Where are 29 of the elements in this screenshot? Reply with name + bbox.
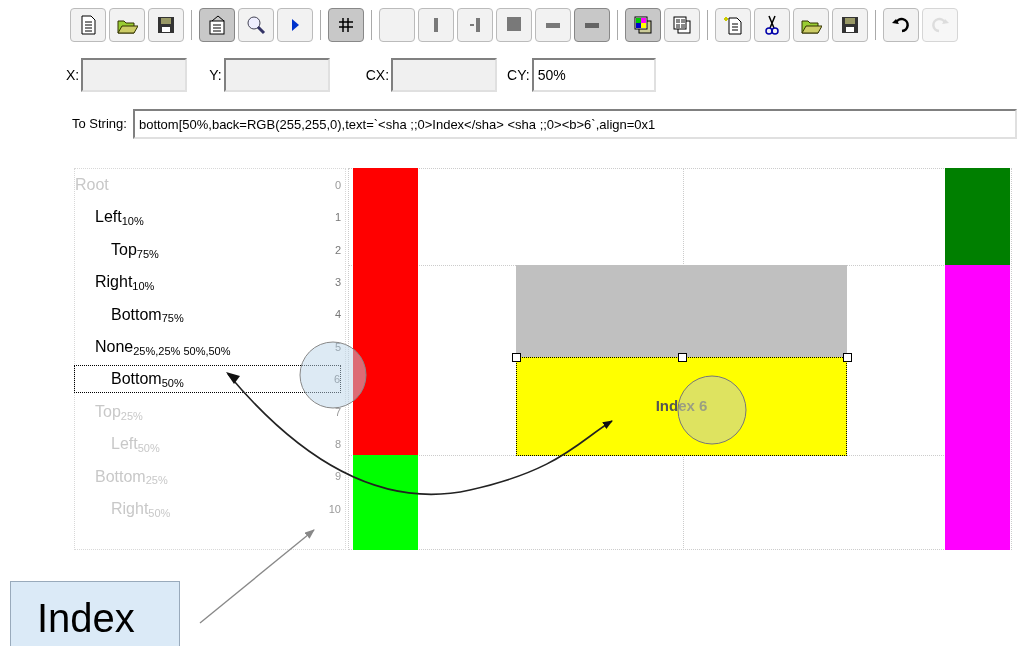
resize-handle[interactable] [512,353,521,362]
click-highlight [299,341,367,409]
index-callout: Index [10,581,180,646]
panes-icon [671,14,693,36]
to-string-label: To String: [72,115,127,134]
new-document-icon [722,14,744,36]
resize-handle[interactable] [843,353,852,362]
coordinate-field[interactable] [391,58,498,92]
toolbar-button[interactable] [328,8,364,42]
color-squares-icon [632,14,654,36]
coordinate-field[interactable]: 50% [531,58,656,92]
coordinate-field[interactable] [81,58,188,92]
toolbar-button[interactable] [883,8,919,42]
resize-handle[interactable] [677,353,687,362]
layout-block[interactable] [353,455,418,550]
coordinate-field[interactable] [223,58,330,92]
coordinate-label: CX: [365,65,390,85]
coordinate-label: X: [66,65,80,85]
search-icon [245,14,267,36]
coordinate-label: Y: [209,65,222,85]
toolbar-button[interactable] [625,8,661,42]
toolbar-button[interactable] [754,8,790,42]
toolbar-button[interactable] [148,8,184,42]
properties-icon [206,14,228,36]
toolbar-button[interactable] [832,8,868,42]
coordinate-label: CY: [507,65,530,85]
play-icon [290,18,300,32]
toolbar-button[interactable] [277,8,313,42]
to-string-field[interactable]: bottom[50%,back=RGB(255,255,0),text=`<sha ;;0>Index</sha> <sha ;;0><b>6`,align=0x1 [132,109,1017,139]
